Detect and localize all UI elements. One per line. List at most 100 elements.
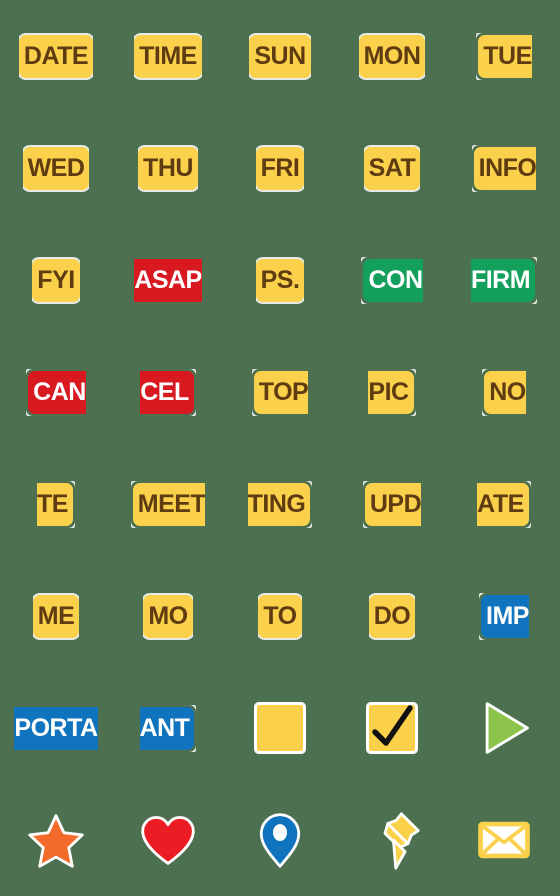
label-sticker[interactable]: TING: [247, 482, 311, 526]
label-sticker[interactable]: PS.: [255, 258, 305, 302]
sticker-clip-frame: WED: [22, 145, 90, 192]
sticker-cell[interactable]: [112, 784, 224, 896]
sticker-clip-frame: UPD: [363, 481, 422, 528]
sticker-cell[interactable]: WED: [0, 112, 112, 224]
sticker-cell[interactable]: TOP: [224, 336, 336, 448]
sticker-cell[interactable]: CEL: [112, 336, 224, 448]
sticker-cell[interactable]: IMP: [448, 560, 560, 672]
sticker-cell[interactable]: TO: [224, 560, 336, 672]
label-sticker[interactable]: ANT: [139, 706, 195, 750]
sticker-clip-frame: SAT: [363, 145, 421, 192]
label-sticker[interactable]: MO: [143, 594, 193, 638]
sticker-clip-frame: DATE: [18, 33, 94, 80]
label-sticker[interactable]: FIRM: [470, 258, 536, 302]
sticker-cell[interactable]: SAT: [336, 112, 448, 224]
sticker-cell[interactable]: MEET: [112, 448, 224, 560]
sticker-clip-frame: NO: [482, 369, 526, 416]
sticker-cell[interactable]: TUE: [448, 0, 560, 112]
sticker-clip-frame: FYI: [32, 257, 80, 304]
sticker-cell[interactable]: ANT: [112, 672, 224, 784]
label-sticker[interactable]: FYI: [32, 258, 80, 302]
label-sticker[interactable]: ASAP: [134, 258, 202, 302]
sticker-cell[interactable]: MON: [336, 0, 448, 112]
sticker-cell[interactable]: FYI: [0, 224, 112, 336]
label-sticker[interactable]: TOP: [253, 370, 309, 414]
sticker-cell[interactable]: SUN: [224, 0, 336, 112]
label-sticker[interactable]: CON: [363, 258, 423, 302]
label-sticker[interactable]: ATE: [477, 482, 529, 526]
label-sticker[interactable]: INFO: [473, 146, 537, 190]
sticker-cell[interactable]: DO: [336, 560, 448, 672]
sticker-cell[interactable]: CON: [336, 224, 448, 336]
sticker-clip-frame: CAN: [26, 369, 86, 416]
sticker-clip-frame: TING: [247, 481, 313, 528]
check-square-icon[interactable]: [369, 705, 415, 751]
sticker-clip-frame: IMP: [479, 593, 529, 640]
sticker-clip-frame: CON: [361, 257, 423, 304]
label-sticker[interactable]: TIME: [134, 34, 202, 78]
sticker-cell[interactable]: MO: [112, 560, 224, 672]
sticker-cell[interactable]: [0, 784, 112, 896]
label-sticker[interactable]: UPD: [364, 482, 422, 526]
label-sticker[interactable]: CAN: [28, 370, 86, 414]
sticker-cell[interactable]: [336, 672, 448, 784]
label-sticker[interactable]: ME: [32, 594, 80, 638]
label-sticker[interactable]: TUE: [478, 34, 532, 78]
sticker-cell[interactable]: ATE: [448, 448, 560, 560]
sticker-cell[interactable]: [224, 784, 336, 896]
label-sticker[interactable]: MEET: [132, 482, 206, 526]
pushpin-icon[interactable]: [362, 810, 422, 870]
sticker-cell[interactable]: [224, 672, 336, 784]
label-sticker[interactable]: MON: [358, 34, 426, 78]
sticker-clip-frame: PIC: [368, 369, 415, 416]
sticker-cell[interactable]: CAN: [0, 336, 112, 448]
label-sticker[interactable]: PORTA: [14, 706, 98, 750]
sticker-cell[interactable]: TIME: [112, 0, 224, 112]
sticker-cell[interactable]: [448, 672, 560, 784]
sticker-cell[interactable]: PS.: [224, 224, 336, 336]
sticker-clip-frame: TO: [258, 593, 302, 640]
sticker-cell[interactable]: [448, 784, 560, 896]
sticker-cell[interactable]: TE: [0, 448, 112, 560]
label-sticker[interactable]: TO: [258, 594, 302, 638]
label-sticker[interactable]: CEL: [140, 370, 194, 414]
envelope-icon[interactable]: [474, 810, 534, 870]
play-triangle-icon[interactable]: [474, 698, 534, 758]
sticker-cell[interactable]: INFO: [448, 112, 560, 224]
sticker-cell[interactable]: TING: [224, 448, 336, 560]
label-sticker[interactable]: DO: [368, 594, 416, 638]
label-sticker[interactable]: WED: [22, 146, 90, 190]
label-sticker[interactable]: TE: [37, 482, 73, 526]
sticker-clip-frame: ATE: [477, 481, 531, 528]
label-sticker[interactable]: SUN: [249, 34, 311, 78]
label-sticker[interactable]: DATE: [18, 34, 94, 78]
sticker-clip-frame: MO: [143, 593, 193, 640]
label-sticker[interactable]: NO: [484, 370, 526, 414]
sticker-cell[interactable]: PIC: [336, 336, 448, 448]
label-sticker[interactable]: SAT: [363, 146, 421, 190]
label-sticker[interactable]: IMP: [481, 594, 529, 638]
sticker-cell[interactable]: FRI: [224, 112, 336, 224]
sticker-clip-frame: CEL: [140, 369, 196, 416]
sticker-clip-frame: SUN: [249, 33, 311, 80]
label-sticker[interactable]: THU: [138, 146, 198, 190]
label-sticker[interactable]: FRI: [255, 146, 305, 190]
blank-square-icon[interactable]: [257, 705, 303, 751]
sticker-cell[interactable]: NO: [448, 336, 560, 448]
sticker-cell[interactable]: PORTA: [0, 672, 112, 784]
sticker-cell[interactable]: ASAP: [112, 224, 224, 336]
map-pin-icon[interactable]: [250, 810, 310, 870]
sticker-cell[interactable]: DATE: [0, 0, 112, 112]
label-sticker[interactable]: PIC: [368, 370, 414, 414]
sticker-clip-frame: FIRM: [470, 257, 537, 304]
sticker-cell[interactable]: ME: [0, 560, 112, 672]
sticker-cell[interactable]: FIRM: [448, 224, 560, 336]
sticker-cell[interactable]: UPD: [336, 448, 448, 560]
star-icon[interactable]: [26, 810, 86, 870]
emoji-sticker-sheet: DATE TIME SUN MON TUE WED THU FRI SAT INFO FYI ASAP…: [0, 0, 560, 896]
sticker-clip-frame: MON: [358, 33, 426, 80]
sticker-clip-frame: INFO: [472, 145, 537, 192]
heart-icon[interactable]: [138, 810, 198, 870]
sticker-cell[interactable]: [336, 784, 448, 896]
sticker-cell[interactable]: THU: [112, 112, 224, 224]
